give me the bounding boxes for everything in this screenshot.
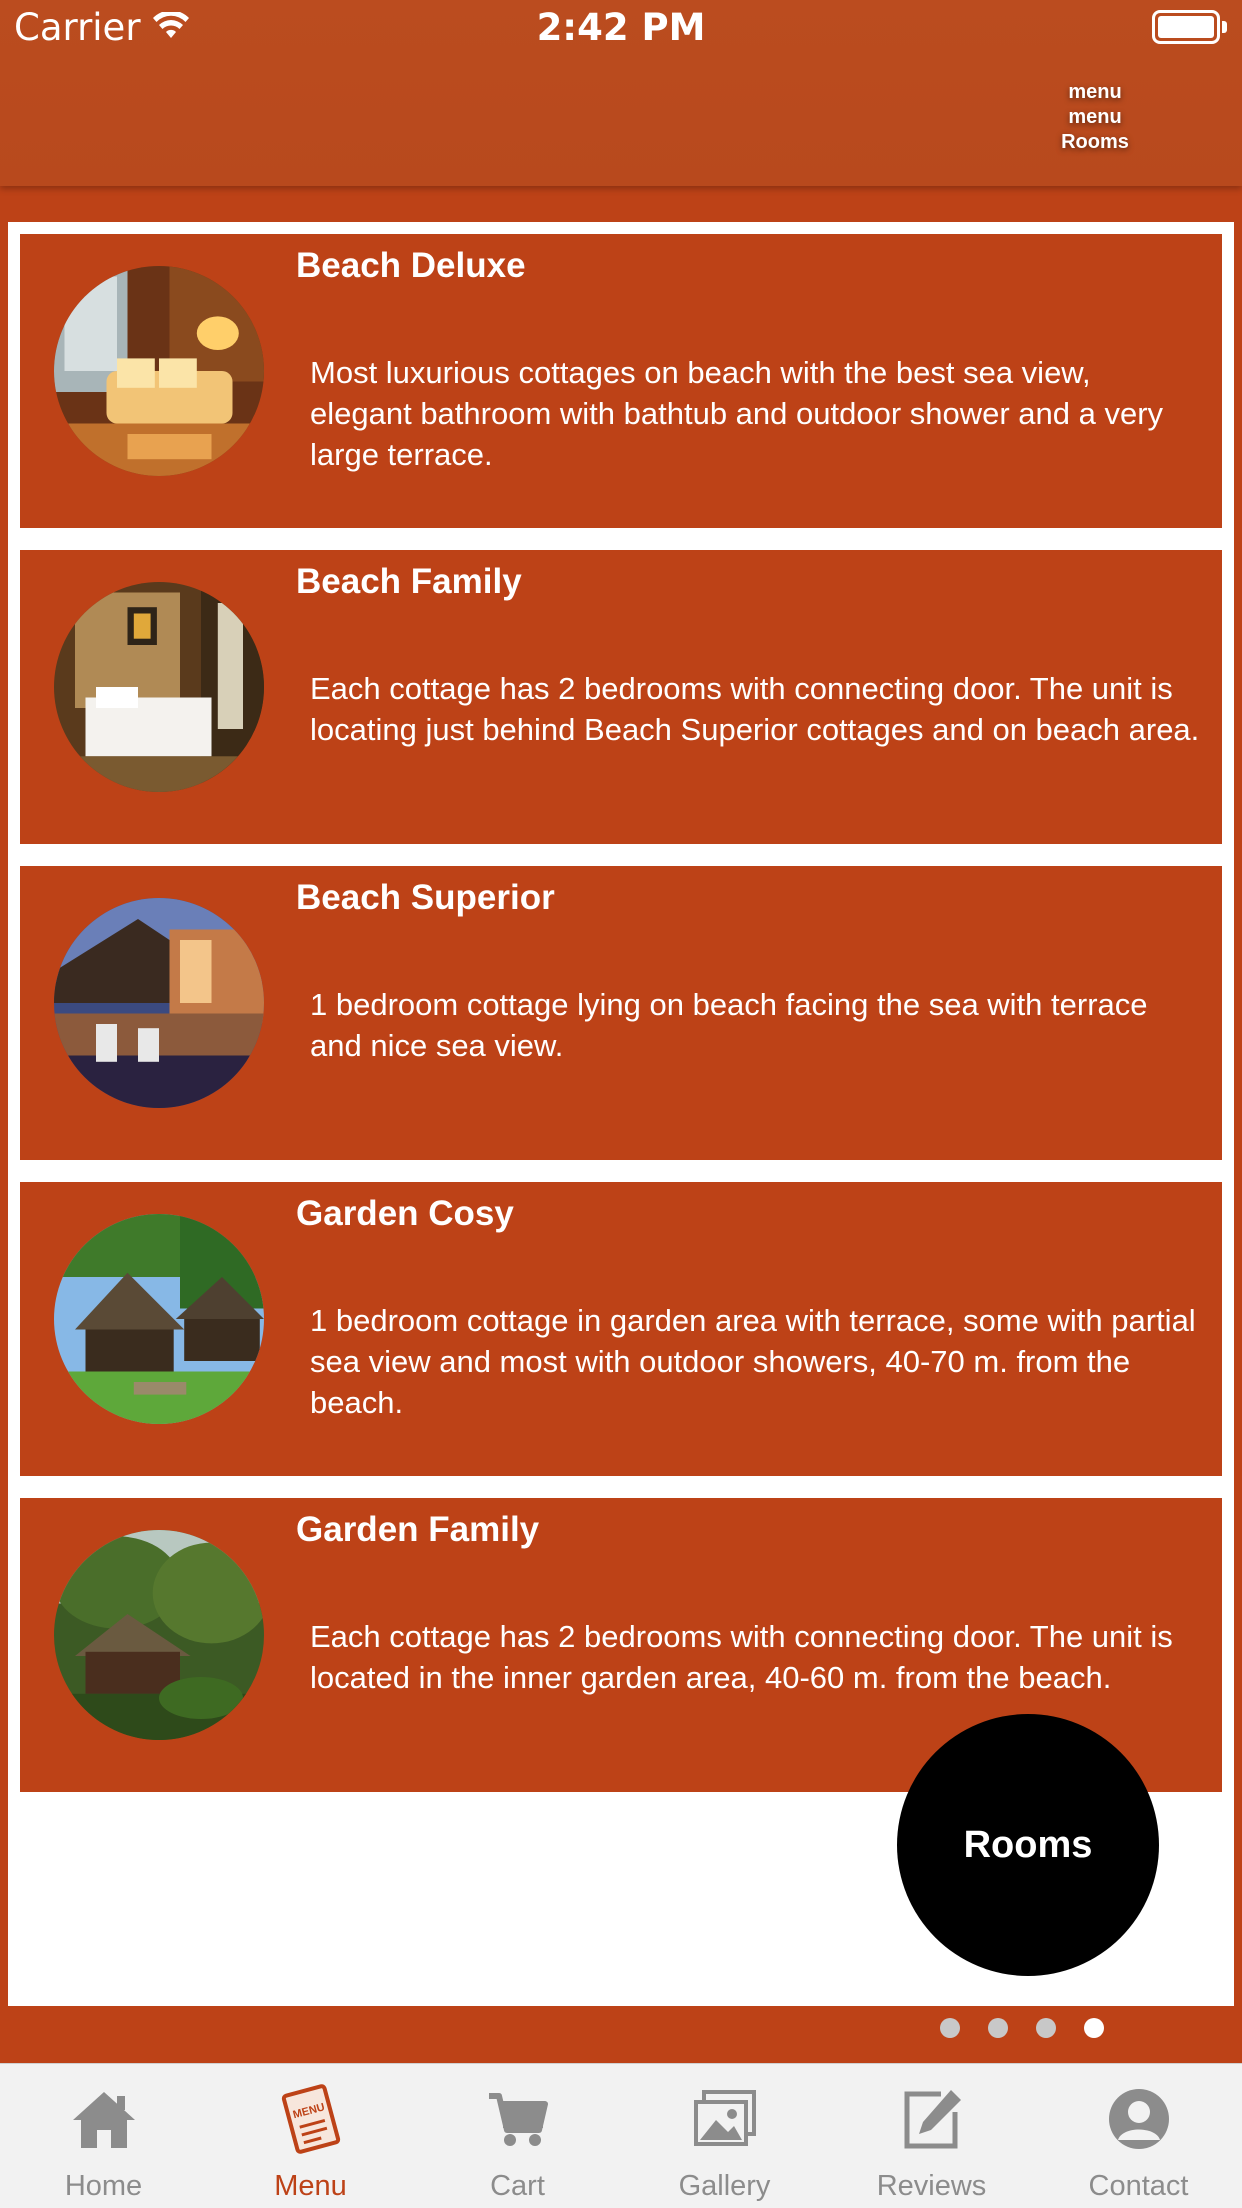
room-description: Each cottage has 2 bedrooms with connect…: [310, 671, 1200, 747]
tab-contact[interactable]: Contact: [1035, 2064, 1242, 2208]
page-dot[interactable]: [988, 2018, 1008, 2038]
tab-menu[interactable]: MENU Menu: [207, 2064, 414, 2208]
room-image-garden-family: [54, 1530, 264, 1740]
room-description: Most luxurious cottages on beach with th…: [310, 355, 1164, 472]
gallery-icon: [690, 2084, 760, 2154]
page-dot-active[interactable]: [1084, 2018, 1104, 2038]
room-image-beach-deluxe: [54, 266, 264, 476]
battery-icon: [1152, 10, 1228, 44]
room-title: Beach Deluxe: [296, 246, 526, 285]
room-title: Garden Cosy: [296, 1194, 514, 1233]
edit-icon: [897, 2084, 967, 2154]
room-image-beach-superior: [54, 898, 264, 1108]
room-card-beach-superior[interactable]: Beach Superior 1 bedroom cottage lying o…: [20, 866, 1222, 1160]
tab-label: Cart: [490, 2170, 545, 2202]
room-title: Garden Family: [296, 1510, 540, 1549]
tab-gallery[interactable]: Gallery: [621, 2064, 828, 2208]
tab-bar: Home MENU Menu Cart Gallery Reviews Cont…: [0, 2063, 1242, 2208]
header-menu-line: menu: [1068, 81, 1122, 103]
home-icon: [69, 2084, 139, 2154]
room-image-beach-family: [54, 582, 264, 792]
page-indicator: [940, 2018, 1104, 2038]
tab-label: Home: [64, 2170, 143, 2202]
room-card-garden-cosy[interactable]: Garden Cosy 1 bedroom cottage in garden …: [20, 1182, 1222, 1476]
room-card-beach-family[interactable]: Beach Family Each cottage has 2 bedrooms…: [20, 550, 1222, 844]
tab-label: Gallery: [678, 2170, 771, 2202]
cart-icon: [483, 2084, 553, 2154]
room-card-beach-deluxe[interactable]: Beach Deluxe Most luxurious cottages on …: [20, 234, 1222, 528]
nav-header: Carrier 2:42 PM menu menu Rooms: [0, 0, 1242, 186]
header-menu-button[interactable]: menu menu Rooms: [1040, 80, 1150, 155]
page-dot[interactable]: [1036, 2018, 1056, 2038]
room-image-garden-cosy: [54, 1214, 264, 1424]
tab-label: Contact: [1088, 2170, 1189, 2202]
room-description: 1 bedroom cottage lying on beach facing …: [310, 987, 1148, 1063]
menu-book-icon: MENU: [276, 2084, 346, 2154]
room-title: Beach Superior: [296, 878, 555, 917]
tab-label: Menu: [274, 2170, 347, 2202]
tab-label: Reviews: [876, 2170, 987, 2202]
room-title: Beach Family: [296, 562, 522, 601]
rooms-fab-button[interactable]: Rooms: [897, 1714, 1159, 1976]
header-menu-line: menu: [1068, 106, 1122, 128]
tab-home[interactable]: Home: [0, 2064, 207, 2208]
status-time: 2:42 PM: [536, 6, 706, 49]
tab-cart[interactable]: Cart: [414, 2064, 621, 2208]
page-dot[interactable]: [940, 2018, 960, 2038]
user-icon: [1104, 2084, 1174, 2154]
header-menu-line: Rooms: [1061, 131, 1129, 153]
room-description: 1 bedroom cottage in garden area with te…: [310, 1303, 1196, 1420]
tab-reviews[interactable]: Reviews: [828, 2064, 1035, 2208]
room-description: Each cottage has 2 bedrooms with connect…: [310, 1619, 1173, 1695]
